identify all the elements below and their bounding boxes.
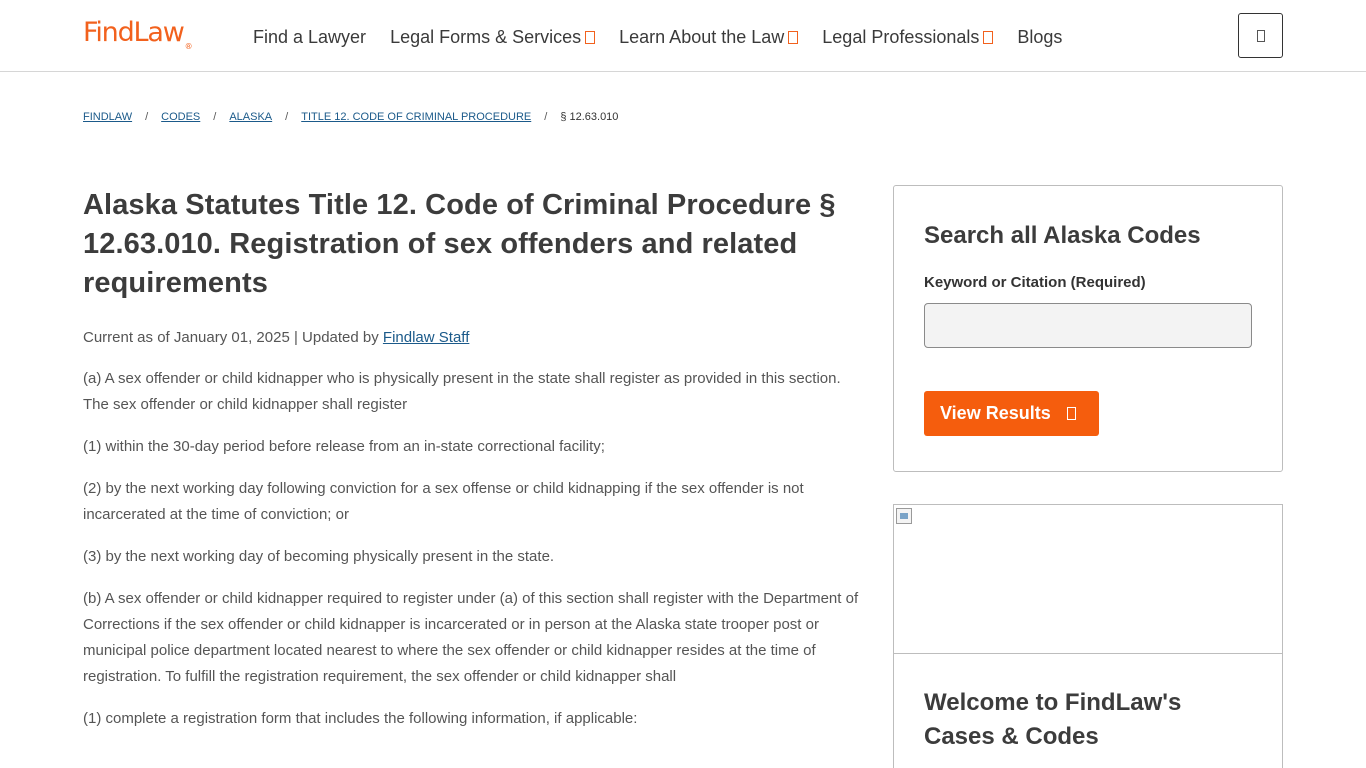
chevron-down-icon xyxy=(788,31,799,44)
search-heading: Search all Alaska Codes xyxy=(924,222,1201,249)
article-content: Alaska Statutes Title 12. Code of Crimin… xyxy=(83,186,863,732)
page-title: Alaska Statutes Title 12. Code of Crimin… xyxy=(83,189,836,299)
logo-text: FindLaw xyxy=(83,17,185,48)
breadcrumb-separator: / xyxy=(145,111,149,123)
breadcrumb-separator: / xyxy=(544,111,548,123)
statute-paragraph: (1) within the 30-day period before rele… xyxy=(83,438,605,455)
broken-image-icon xyxy=(896,508,912,524)
arrow-right-icon xyxy=(1066,407,1076,420)
nav-learn-about-the-law[interactable]: Learn About the Law xyxy=(619,26,799,48)
nav-label: Legal Forms & Services xyxy=(390,27,582,47)
breadcrumb-title-12[interactable]: TITLE 12. CODE OF CRIMINAL PROCEDURE xyxy=(301,110,531,124)
nav-find-a-lawyer[interactable]: Find a Lawyer xyxy=(253,26,366,48)
site-header: FindLaw® Find a Lawyer Legal Forms & Ser… xyxy=(0,0,1366,72)
code-search-panel: Search all Alaska Codes Keyword or Citat… xyxy=(893,185,1283,472)
button-label: View Results xyxy=(940,403,1051,423)
menu-button[interactable] xyxy=(1238,13,1283,58)
keyword-citation-input[interactable] xyxy=(924,303,1252,348)
article-meta: Current as of January 01, 2025 | Updated… xyxy=(83,327,863,349)
meta-text: Current as of January 01, 2025 | Updated… xyxy=(83,329,379,346)
statute-paragraph: (2) by the next working day following co… xyxy=(83,480,804,523)
breadcrumb-separator: / xyxy=(285,111,289,123)
breadcrumb: FINDLAW / CODES / ALASKA / TITLE 12. COD… xyxy=(83,110,618,124)
promo-image xyxy=(894,505,1282,654)
statute-paragraph: (3) by the next working day of becoming … xyxy=(83,548,555,565)
breadcrumb-separator: / xyxy=(213,111,217,123)
breadcrumb-findlaw[interactable]: FINDLAW xyxy=(83,110,132,124)
statute-paragraph: (a) A sex offender or child kidnapper wh… xyxy=(83,370,841,413)
registered-mark: ® xyxy=(184,42,193,51)
chevron-down-icon xyxy=(585,31,596,44)
nav-label: Blogs xyxy=(1017,27,1063,47)
promo-card: Welcome to FindLaw's Cases & Codes xyxy=(893,504,1283,768)
search-field-label: Keyword or Citation (Required) xyxy=(924,274,1146,291)
nav-label: Learn About the Law xyxy=(619,27,785,47)
nav-legal-forms-services[interactable]: Legal Forms & Services xyxy=(390,26,596,48)
nav-blogs[interactable]: Blogs xyxy=(1017,26,1062,48)
statute-paragraph: (1) complete a registration form that in… xyxy=(83,710,638,727)
statute-paragraph: (b) A sex offender or child kidnapper re… xyxy=(83,590,859,685)
main-nav: Find a Lawyer Legal Forms & Services Lea… xyxy=(253,26,1086,48)
findlaw-logo[interactable]: FindLaw® xyxy=(83,16,193,51)
breadcrumb-codes[interactable]: CODES xyxy=(161,110,200,124)
nav-label: Find a Lawyer xyxy=(253,27,367,47)
chevron-down-icon xyxy=(983,31,994,44)
menu-icon xyxy=(1256,29,1265,42)
nav-label: Legal Professionals xyxy=(822,27,980,47)
view-results-button[interactable]: View Results xyxy=(924,391,1099,436)
author-link[interactable]: Findlaw Staff xyxy=(383,329,469,346)
nav-legal-professionals[interactable]: Legal Professionals xyxy=(822,26,994,48)
breadcrumb-alaska[interactable]: ALASKA xyxy=(229,110,272,124)
promo-title: Welcome to FindLaw's Cases & Codes xyxy=(924,689,1182,750)
breadcrumb-current: § 12.63.010 xyxy=(560,111,619,123)
